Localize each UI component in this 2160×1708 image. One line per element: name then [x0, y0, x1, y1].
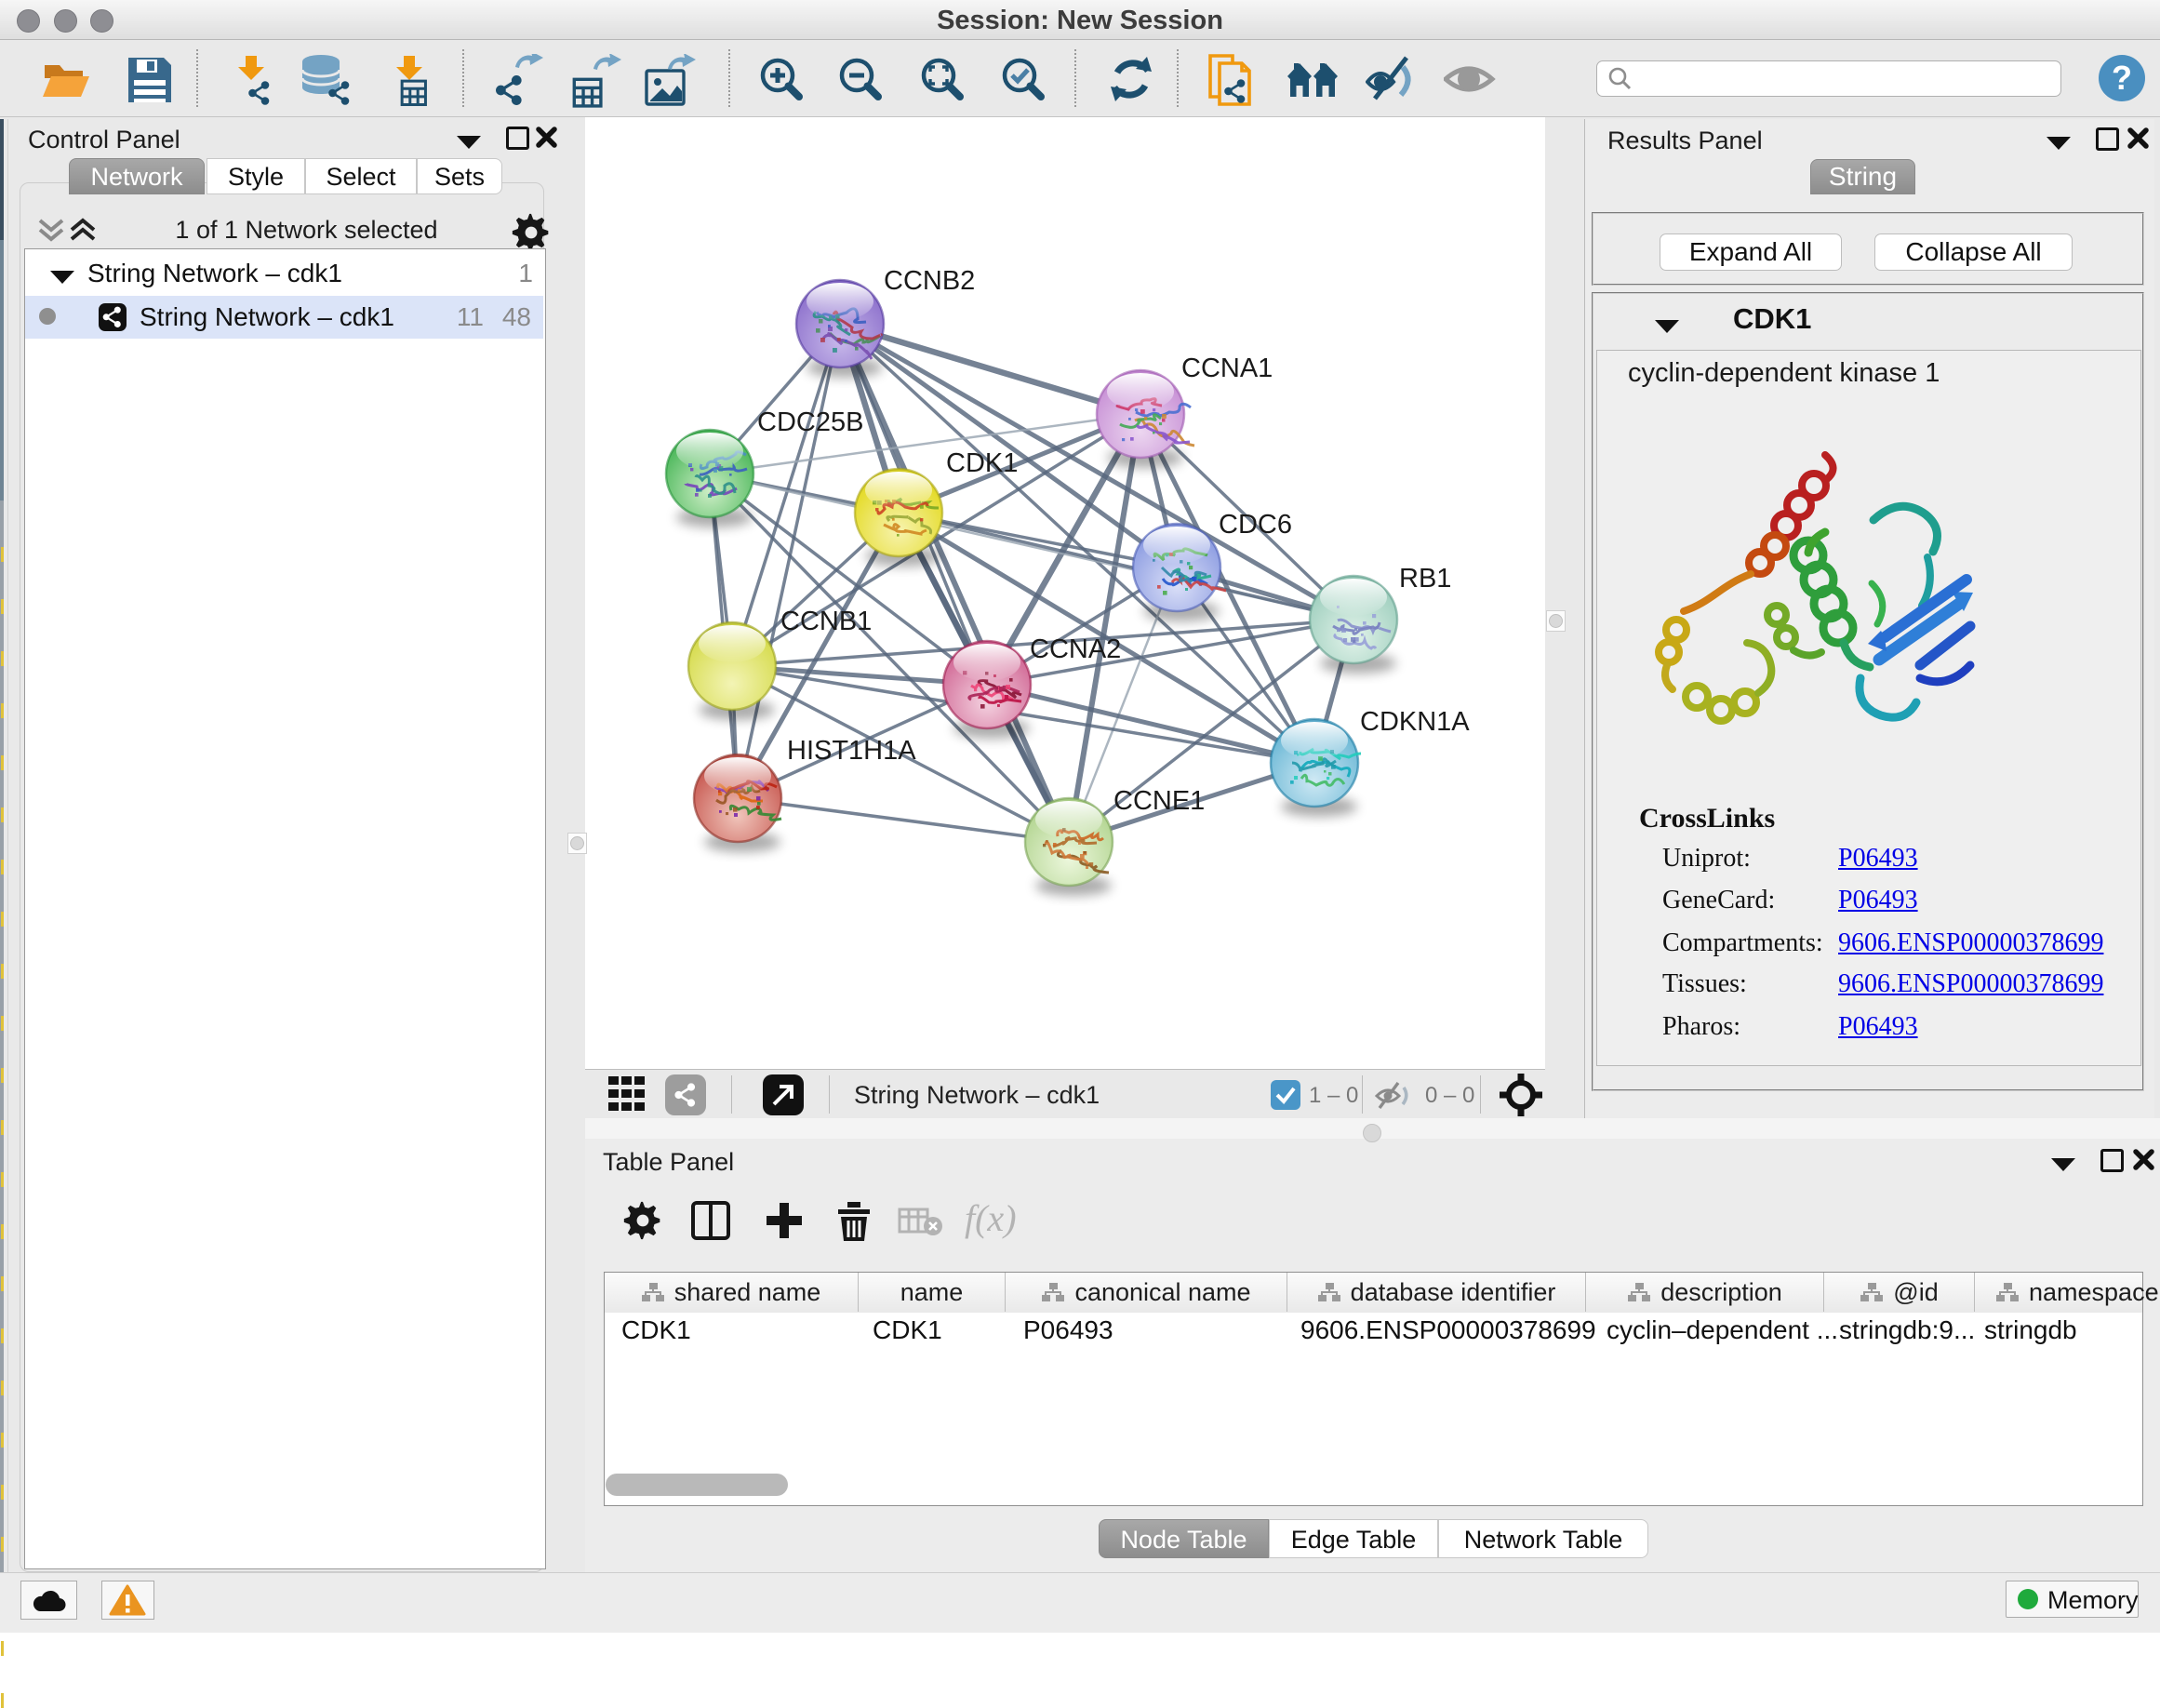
svg-text:CDC25B: CDC25B: [757, 407, 863, 437]
svg-text:CDC6: CDC6: [1219, 510, 1292, 540]
svg-text:?: ?: [2112, 59, 2132, 97]
svg-text:RB1: RB1: [1399, 564, 1451, 594]
svg-text:CDKN1A: CDKN1A: [1360, 707, 1470, 737]
svg-text:CDK1: CDK1: [946, 448, 1018, 478]
svg-text:CCNA2: CCNA2: [1030, 634, 1121, 664]
svg-text:CCNE1: CCNE1: [1113, 786, 1205, 816]
svg-text:CCNB1: CCNB1: [780, 607, 872, 636]
svg-text:CCNA1: CCNA1: [1181, 354, 1273, 383]
svg-text:HIST1H1A: HIST1H1A: [787, 736, 916, 766]
svg-text:CCNB2: CCNB2: [884, 266, 975, 296]
